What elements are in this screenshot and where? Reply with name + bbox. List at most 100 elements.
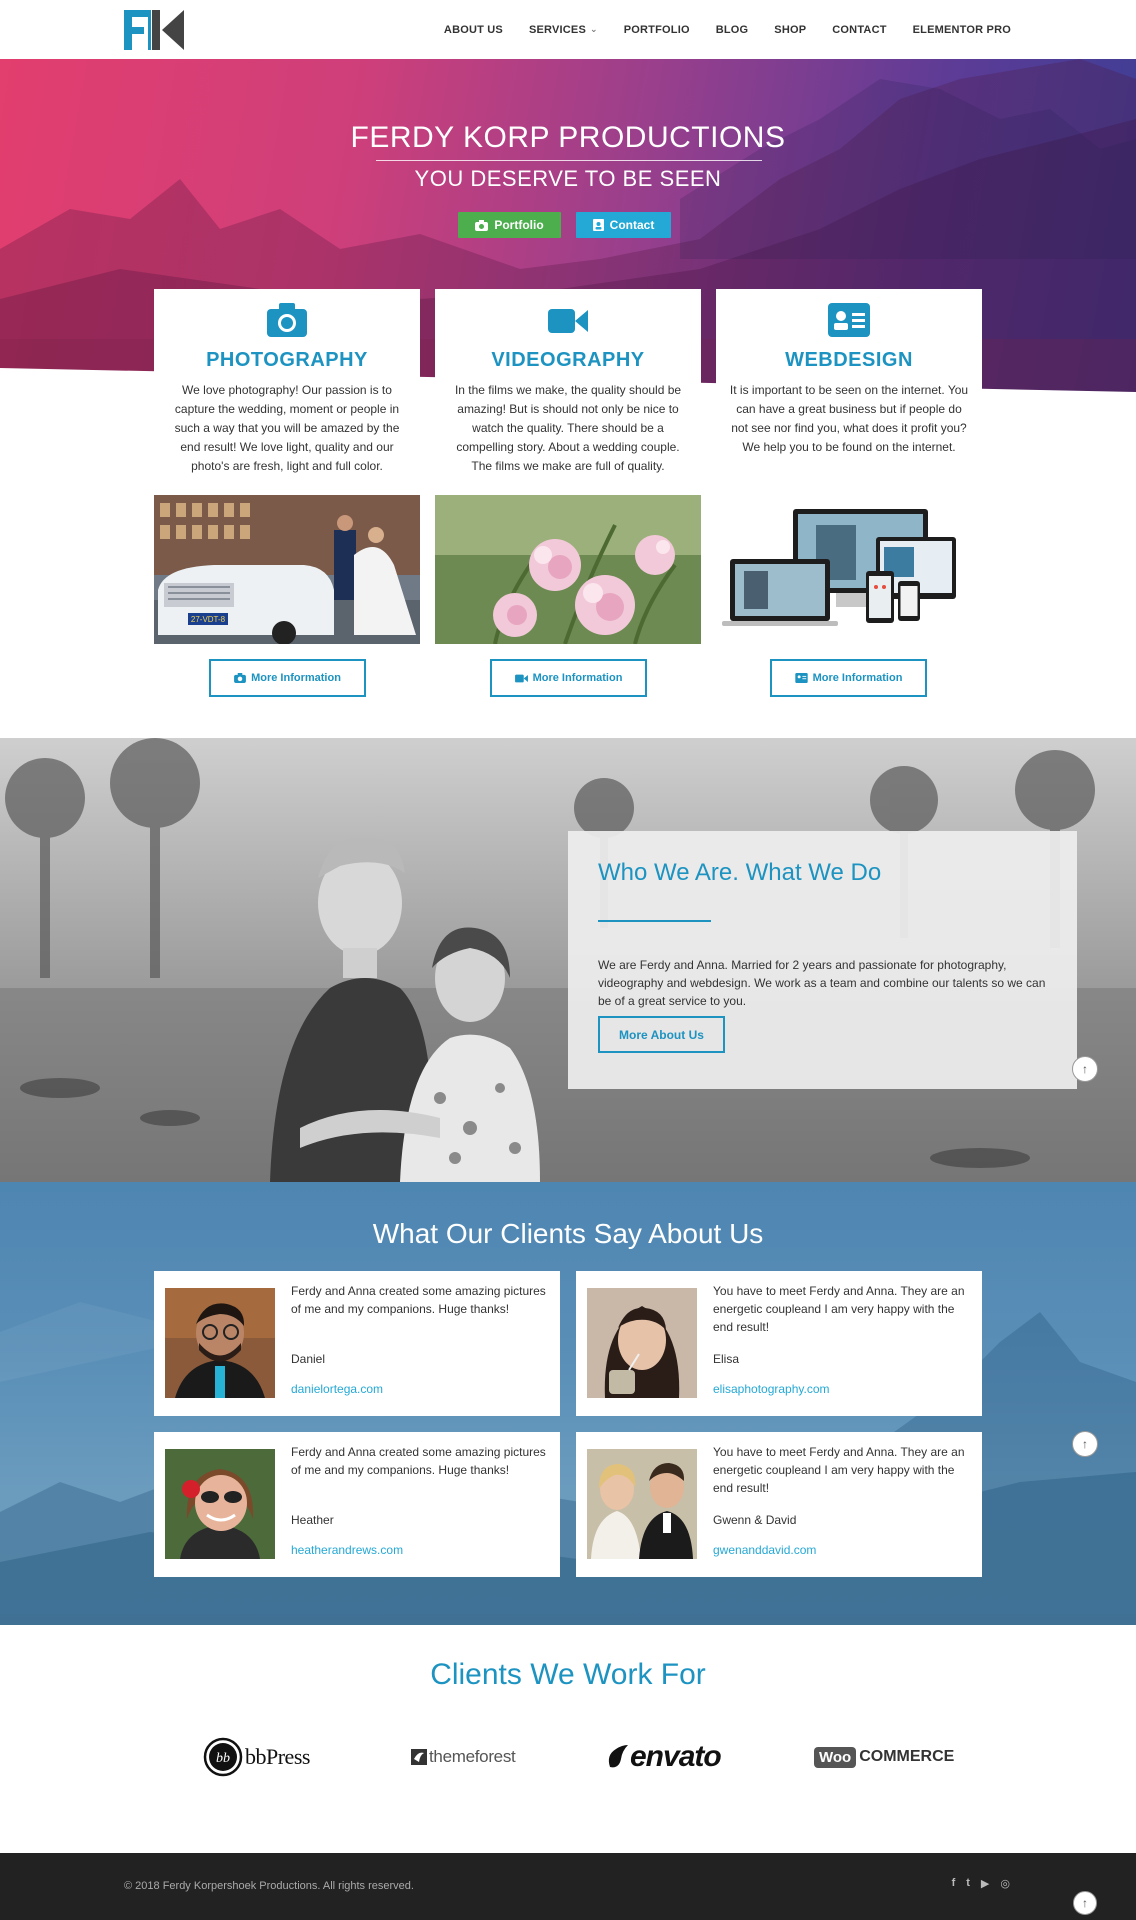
scroll-to-top-button[interactable]: ↑ <box>1072 1431 1098 1457</box>
service-card-videography: VIDEOGRAPHY In the films we make, the qu… <box>435 289 701 483</box>
pink-flowers-photo <box>435 495 701 644</box>
nav-label: PORTFOLIO <box>623 23 690 36</box>
site-header: ABOUT US SERVICES ⌄ PORTFOLIO BLOG SHOP C… <box>0 0 1136 59</box>
testimonial-name: Gwenn & David <box>713 1513 797 1527</box>
service-description: We love photography! Our passion is to c… <box>174 383 400 473</box>
themeforest-mark <box>411 1749 427 1765</box>
service-title: WEBDESIGN <box>785 349 913 371</box>
about-text: We are Ferdy and Anna. Married for 2 yea… <box>598 958 1046 1008</box>
contact-button[interactable]: Contact <box>576 212 671 238</box>
service-description: In the films we make, the quality should… <box>454 383 682 473</box>
testimonial-card: You have to meet Ferdy and Anna. They ar… <box>576 1271 982 1416</box>
testimonials-title: What Our Clients Say About Us <box>372 1218 764 1249</box>
fk-logo[interactable] <box>124 8 186 52</box>
envato-text: envato <box>630 1740 722 1773</box>
video-camera-icon <box>514 674 528 682</box>
hero-subtitle: YOU DESERVE TO BE SEEN <box>414 166 722 191</box>
photography-more-info-button[interactable]: More Information <box>209 659 366 697</box>
about-divider <box>598 920 711 922</box>
envato-leaf-mark <box>608 1745 628 1768</box>
chevron-down-icon: ⌄ <box>590 24 598 34</box>
nav-portfolio[interactable]: PORTFOLIO <box>624 24 690 36</box>
testimonial-card: Ferdy and Anna created some amazing pict… <box>154 1271 560 1416</box>
testimonial-quote: Ferdy and Anna created some amazing pict… <box>291 1284 546 1316</box>
wedding-couple-limousine-photo: 27-VDT-8 <box>154 495 420 644</box>
service-card-webdesign: WEBDESIGN It is important to be seen on … <box>716 289 982 483</box>
about-title: Who We Are. What We Do <box>598 859 882 886</box>
bbpress-mark: bb <box>203 1737 243 1777</box>
youtube-icon[interactable]: ▶ <box>981 1877 989 1890</box>
testimonial-quote: Ferdy and Anna created some amazing pict… <box>291 1445 546 1477</box>
portfolio-button[interactable]: Portfolio <box>458 212 561 238</box>
portfolio-button-label: Portfolio <box>494 218 544 232</box>
hero-divider <box>376 160 762 161</box>
more-info-label: More Information <box>251 672 341 684</box>
hero-title: FERDY KORP PRODUCTIONS <box>350 121 786 154</box>
instagram-icon[interactable]: ◎ <box>1000 1877 1010 1890</box>
nav-label: CONTACT <box>832 23 887 36</box>
service-title: VIDEOGRAPHY <box>491 349 645 371</box>
nav-services[interactable]: SERVICES ⌄ <box>529 24 598 36</box>
testimonial-name: Elisa <box>713 1352 740 1366</box>
videography-more-info-button[interactable]: More Information <box>490 659 647 697</box>
testimonial-quote: You have to meet Ferdy and Anna. They ar… <box>713 1284 965 1334</box>
camera-icon <box>234 673 246 683</box>
camera-icon <box>475 219 489 231</box>
nav-elementor-pro[interactable]: ELEMENTOR PRO <box>913 24 1011 36</box>
testimonial-link[interactable]: elisaphotography.com <box>713 1382 830 1396</box>
nav-label: SHOP <box>774 23 807 36</box>
bbpress-text: bbPress <box>245 1744 310 1769</box>
facebook-icon[interactable]: f <box>952 1877 956 1890</box>
more-info-label: More Information <box>532 672 623 684</box>
camera-icon <box>267 303 307 337</box>
themeforest-logo[interactable]: themeforest <box>409 1737 516 1777</box>
more-info-label: More Information <box>812 672 903 684</box>
testimonial-link[interactable]: gwenanddavid.com <box>713 1543 816 1557</box>
bbpress-logo[interactable]: bb bbPress <box>203 1737 310 1777</box>
twitter-icon[interactable]: t <box>966 1877 970 1890</box>
service-description: It is important to be seen on the intern… <box>729 383 969 454</box>
testimonial-quote: You have to meet Ferdy and Anna. They ar… <box>713 1445 965 1495</box>
avatar <box>587 1288 697 1398</box>
arrow-up-icon: ↑ <box>1082 1437 1088 1451</box>
contact-card-icon <box>592 219 604 231</box>
copyright-text: © 2018 Ferdy Korpershoek Productions. Al… <box>124 1880 414 1892</box>
woocommerce-text: COMMERCE <box>859 1748 955 1765</box>
responsive-devices-mockup <box>716 495 982 644</box>
scroll-to-top-button[interactable]: ↑ <box>1073 1891 1097 1915</box>
about-section: Who We Are. What We Do We are Ferdy and … <box>0 738 1136 1182</box>
service-card-photography: PHOTOGRAPHY We love photography! Our pas… <box>154 289 420 483</box>
clients-title: Clients We Work For <box>430 1658 706 1691</box>
more-about-us-button[interactable]: More About Us <box>598 1016 725 1053</box>
nav-about-us[interactable]: ABOUT US <box>444 24 503 36</box>
svg-text:bb: bb <box>216 1751 230 1766</box>
envato-logo[interactable]: envato <box>606 1737 722 1777</box>
testimonial-card: You have to meet Ferdy and Anna. They ar… <box>576 1432 982 1577</box>
arrow-up-icon: ↑ <box>1082 1062 1088 1076</box>
testimonial-card: Ferdy and Anna created some amazing pict… <box>154 1432 560 1577</box>
testimonial-name: Daniel <box>291 1352 326 1366</box>
themeforest-text: themeforest <box>429 1747 516 1766</box>
webdesign-more-info-button[interactable]: More Information <box>770 659 927 697</box>
testimonial-link[interactable]: danielortega.com <box>291 1382 383 1396</box>
nav-label: ABOUT US <box>443 23 503 36</box>
contact-button-label: Contact <box>609 218 655 232</box>
testimonial-link[interactable]: heatherandrews.com <box>291 1543 403 1557</box>
video-camera-icon <box>548 309 588 333</box>
scroll-to-top-button[interactable]: ↑ <box>1072 1056 1098 1082</box>
nav-label: SERVICES <box>528 23 586 36</box>
id-card-icon <box>794 673 808 683</box>
arrow-up-icon: ↑ <box>1082 1896 1088 1910</box>
service-title: PHOTOGRAPHY <box>206 349 368 371</box>
license-plate: 27-VDT-8 <box>191 615 226 624</box>
woocommerce-logo[interactable]: Woo COMMERCE <box>814 1737 954 1777</box>
nav-shop[interactable]: SHOP <box>774 24 806 36</box>
nav-label: ELEMENTOR PRO <box>912 23 1011 36</box>
site-footer: © 2018 Ferdy Korpershoek Productions. Al… <box>0 1853 1136 1920</box>
avatar <box>165 1449 275 1559</box>
nav-label: BLOG <box>715 23 749 36</box>
testimonial-name: Heather <box>291 1513 334 1527</box>
nav-blog[interactable]: BLOG <box>716 24 749 36</box>
nav-contact[interactable]: CONTACT <box>832 24 886 36</box>
avatar <box>165 1288 275 1398</box>
